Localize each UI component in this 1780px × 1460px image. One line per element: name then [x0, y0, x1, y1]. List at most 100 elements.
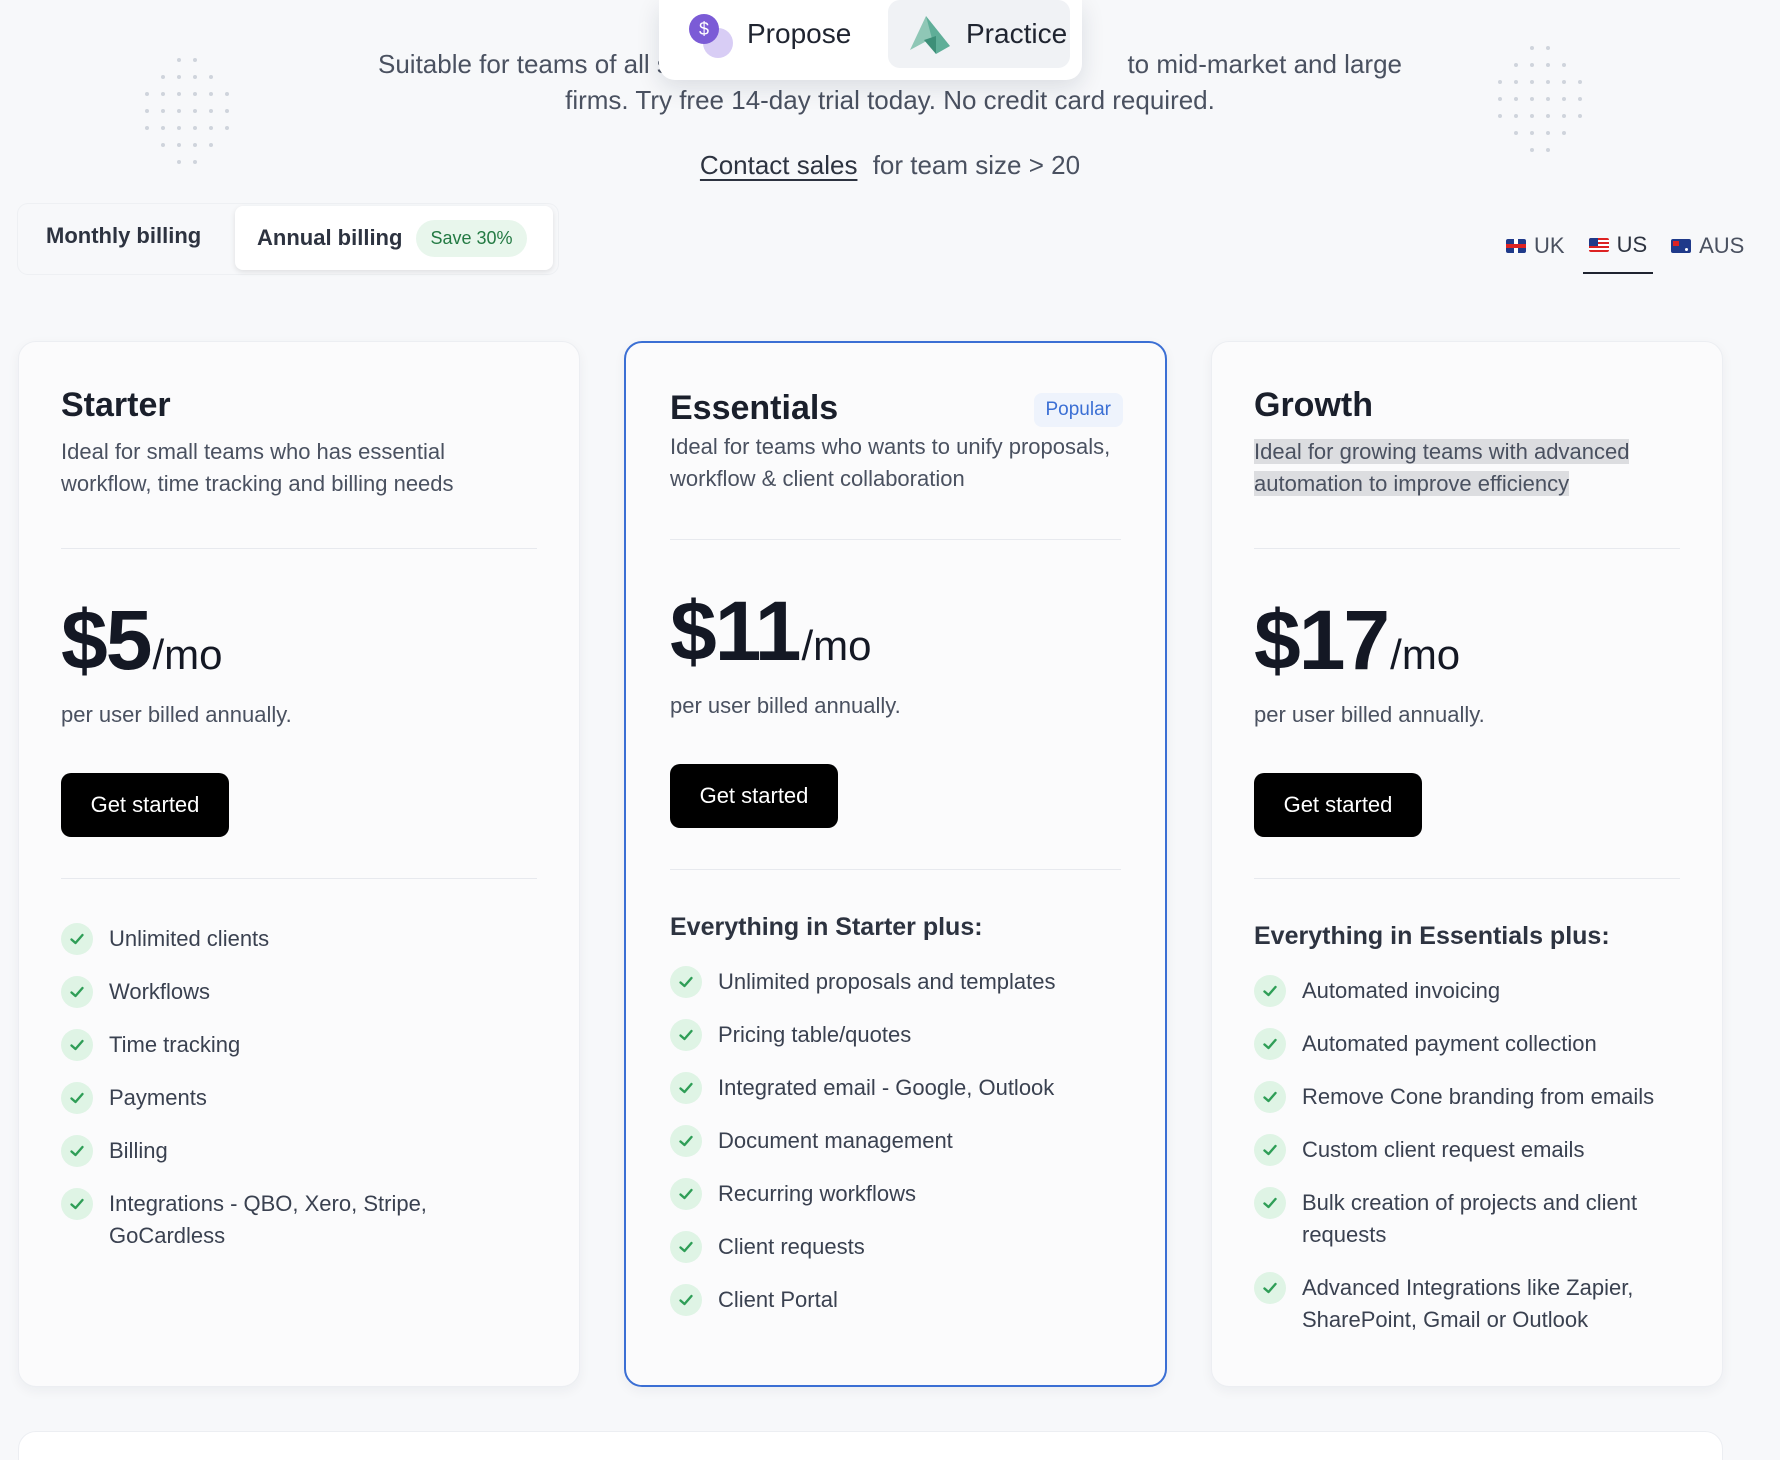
feature-item: Billing	[61, 1135, 549, 1167]
divider	[61, 878, 537, 879]
feature-text: Integrated email - Google, Outlook	[718, 1075, 1055, 1100]
feature-item: Remove Cone branding from emails	[1254, 1081, 1692, 1113]
plan-description-text: Ideal for growing teams with advanced au…	[1254, 439, 1630, 496]
plan-description: Ideal for growing teams with advanced au…	[1254, 436, 1680, 500]
feature-text: Client requests	[718, 1234, 865, 1259]
feature-text: Payments	[109, 1085, 207, 1110]
get-started-button[interactable]: Get started	[61, 773, 229, 837]
feature-list: Unlimited clients Workflows Time tracking P…	[61, 923, 549, 1273]
uk-flag-icon	[1506, 239, 1526, 253]
price-period: /mo	[152, 631, 223, 678]
region-tabs: UK US AUS	[1500, 228, 1762, 274]
feature-text: Client Portal	[718, 1287, 838, 1312]
check-icon	[61, 1082, 93, 1114]
feature-item: Automated payment collection	[1254, 1028, 1692, 1060]
feature-item: Integrated email - Google, Outlook	[670, 1072, 1135, 1104]
feature-item: Unlimited clients	[61, 923, 549, 955]
feature-text: Pricing table/quotes	[718, 1022, 912, 1047]
feature-item: Payments	[61, 1082, 549, 1114]
annual-billing-option[interactable]: Annual billing Save 30%	[235, 206, 553, 270]
feature-item: Recurring workflows	[670, 1178, 1135, 1210]
features-heading: Everything in Starter plus:	[670, 913, 983, 941]
price-amount: $17	[1254, 593, 1390, 687]
subtitle-line2: firms. Try free 14-day trial today. No c…	[565, 85, 1215, 115]
feature-item: Bulk creation of projects and client req…	[1254, 1187, 1692, 1251]
feature-text: Document management	[718, 1128, 953, 1153]
feature-item: Time tracking	[61, 1029, 549, 1061]
features-heading: Everything in Essentials plus:	[1254, 922, 1610, 950]
check-icon	[1254, 975, 1286, 1007]
feature-text: Advanced Integrations like Zapier, Share…	[1302, 1275, 1634, 1332]
plan-name: Growth	[1254, 386, 1373, 424]
check-icon	[61, 976, 93, 1008]
divider	[670, 869, 1121, 870]
feature-item: Workflows	[61, 976, 549, 1008]
monthly-billing-option[interactable]: Monthly billing	[46, 204, 201, 268]
region-tab-aus[interactable]: AUS	[1665, 228, 1750, 274]
plan-card-starter: Starter Ideal for small teams who has es…	[18, 341, 580, 1387]
switcher-item-practice[interactable]: Practice	[888, 0, 1070, 68]
plan-description: Ideal for teams who wants to unify propo…	[670, 434, 1111, 491]
region-label: AUS	[1699, 233, 1745, 258]
feature-text: Integrations - QBO, Xero, Stripe, GoCard…	[109, 1191, 427, 1248]
plan-price: $5 /mo	[61, 592, 222, 689]
check-icon	[61, 1029, 93, 1061]
plan-card-growth: Growth Ideal for growing teams with adva…	[1211, 341, 1723, 1387]
divider	[1254, 878, 1680, 879]
practice-logo-icon	[910, 16, 950, 54]
annual-billing-label: Annual billing	[257, 225, 403, 250]
check-icon	[670, 1072, 702, 1104]
check-icon	[1254, 1134, 1286, 1166]
check-icon	[670, 1284, 702, 1316]
switcher-item-propose[interactable]: $ Propose	[687, 0, 865, 68]
divider	[1254, 548, 1680, 549]
feature-item: Client Portal	[670, 1284, 1135, 1316]
plan-price: $11 /mo	[670, 583, 872, 680]
region-tab-uk[interactable]: UK	[1500, 228, 1571, 274]
check-icon	[670, 966, 702, 998]
check-icon	[670, 1231, 702, 1263]
plan-card-essentials: Essentials Popular Ideal for teams who w…	[624, 341, 1167, 1387]
check-icon	[1254, 1187, 1286, 1219]
aus-flag-icon	[1671, 239, 1692, 253]
contact-sales-line: Contact sales for team size > 20	[0, 150, 1780, 181]
check-icon	[1254, 1081, 1286, 1113]
feature-text: Remove Cone branding from emails	[1302, 1084, 1655, 1109]
plan-name: Essentials	[670, 389, 839, 427]
feature-item: Automated invoicing	[1254, 975, 1692, 1007]
feature-text: Recurring workflows	[718, 1181, 917, 1206]
billing-toggle: Monthly billing Annual billing Save 30%	[18, 204, 558, 274]
product-switcher: $ Propose Practice	[659, 0, 1082, 80]
plan-description: Ideal for small teams who has essential …	[61, 439, 454, 496]
price-period: /mo	[1390, 631, 1461, 678]
switcher-item-label: Propose	[747, 18, 852, 49]
divider	[670, 539, 1121, 540]
popular-badge: Popular	[1033, 393, 1123, 427]
feature-item: Client requests	[670, 1231, 1135, 1263]
plan-name: Starter	[61, 386, 171, 424]
feature-text: Automated invoicing	[1302, 978, 1501, 1003]
check-icon	[61, 1135, 93, 1167]
switcher-item-label: Practice	[966, 18, 1068, 49]
price-period: /mo	[801, 622, 872, 669]
feature-item: Custom client request emails	[1254, 1134, 1692, 1166]
price-amount: $5	[61, 593, 152, 687]
check-icon	[1254, 1028, 1286, 1060]
region-tab-us[interactable]: US	[1582, 228, 1654, 274]
contact-sales-link[interactable]: Contact sales	[700, 150, 858, 180]
plan-price: $17 /mo	[1254, 592, 1460, 689]
feature-text: Unlimited proposals and templates	[718, 969, 1056, 994]
us-flag-icon	[1588, 238, 1609, 252]
bottom-panel	[18, 1431, 1723, 1460]
feature-text: Bulk creation of projects and client req…	[1302, 1190, 1638, 1247]
monthly-billing-label: Monthly billing	[46, 223, 202, 248]
check-icon	[670, 1125, 702, 1157]
get-started-button[interactable]: Get started	[1254, 773, 1422, 837]
get-started-button[interactable]: Get started	[670, 764, 838, 828]
region-label: US	[1616, 232, 1648, 257]
feature-item: Integrations - QBO, Xero, Stripe, GoCard…	[61, 1188, 549, 1252]
feature-text: Unlimited clients	[109, 926, 270, 951]
billing-note: per user billed annually.	[61, 702, 292, 727]
check-icon	[61, 1188, 93, 1220]
feature-text: Automated payment collection	[1302, 1031, 1597, 1056]
